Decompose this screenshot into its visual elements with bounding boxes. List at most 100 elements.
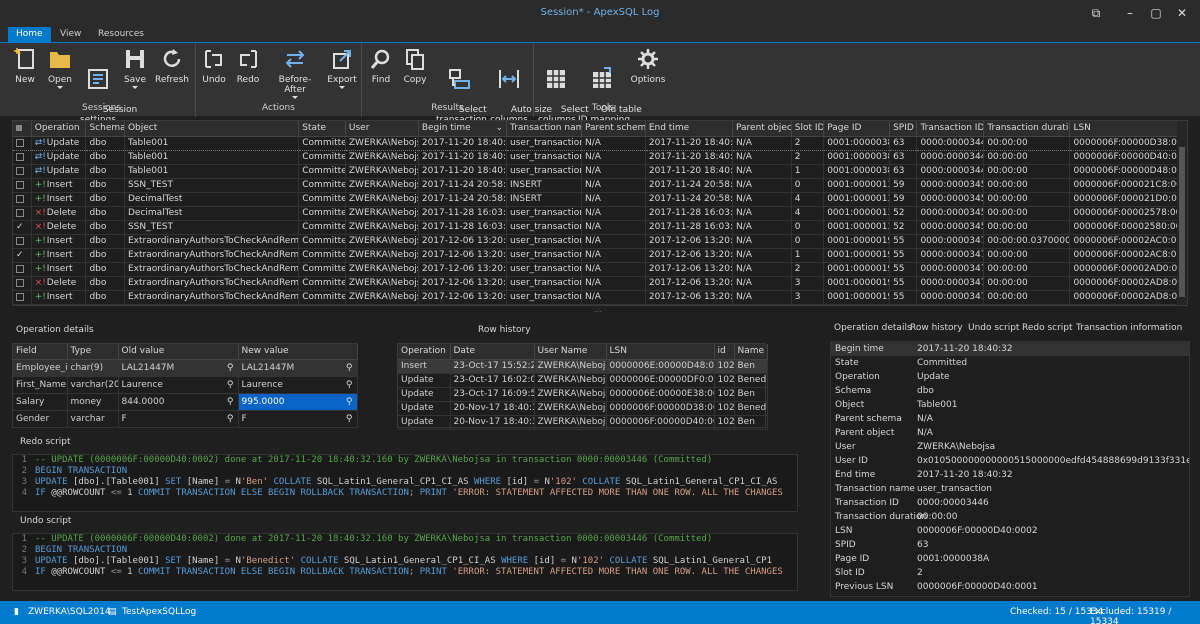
- column-header[interactable]: User: [345, 121, 419, 137]
- new-value-cell[interactable]: LAL21447M ⚲: [238, 359, 358, 377]
- column-header[interactable]: Schema: [85, 121, 125, 137]
- tab-transaction-information[interactable]: Transaction information: [1076, 323, 1182, 333]
- row-checkbox[interactable]: ✓: [16, 222, 24, 231]
- operation-details-grid[interactable]: Field Type Old value New value Employee_…: [12, 343, 358, 428]
- column-header[interactable]: New value: [238, 344, 358, 360]
- search-icon[interactable]: ⚲: [227, 380, 234, 390]
- undo-script-editor[interactable]: 1 -- UPDATE (0000006F:00000D40:0002) done…: [12, 533, 798, 591]
- checkbox-cell[interactable]: ✓: [13, 220, 32, 235]
- column-header[interactable]: Slot ID: [791, 121, 825, 137]
- close-button[interactable]: ✕: [1172, 4, 1192, 22]
- tab-redo-script[interactable]: Redo script: [1022, 323, 1073, 333]
- restore-layout-icon[interactable]: ⧉: [1086, 4, 1106, 22]
- table-row[interactable]: ✓ +!Insert dbo ExtraordinaryAuthorsToCheckA…: [13, 248, 1179, 263]
- row-checkbox[interactable]: [16, 138, 24, 147]
- checkbox-cell[interactable]: [13, 234, 32, 249]
- column-header[interactable]: SPID: [889, 121, 918, 137]
- find-button[interactable]: Find: [368, 47, 394, 85]
- table-row[interactable]: +!InsertdboSSN_TESTCommittedZWERKA\Neboj…: [13, 178, 1179, 193]
- column-header[interactable]: Transaction name: [506, 121, 582, 137]
- column-header[interactable]: Begin time ⌄: [418, 121, 508, 137]
- transactions-grid[interactable]: Operation Schema Object State User Begin…: [12, 120, 1188, 306]
- column-header[interactable]: Parent schema: [581, 121, 646, 137]
- column-header[interactable]: Transaction ID: [916, 121, 985, 137]
- search-icon[interactable]: ⚲: [346, 363, 353, 373]
- table-row[interactable]: Update20-Nov-17 18:40:32ZWERKA\Nebojsa00…: [398, 401, 768, 416]
- table-row[interactable]: Employee_idchar(9)LAL21447M⚲LAL21447M⚲: [13, 359, 358, 377]
- row-checkbox[interactable]: [16, 264, 24, 273]
- search-icon[interactable]: ⚲: [346, 397, 353, 407]
- old-value-cell[interactable]: F ⚲: [118, 410, 239, 428]
- old-value-cell[interactable]: 844.0000 ⚲: [118, 393, 239, 411]
- checkbox-cell[interactable]: [13, 206, 32, 221]
- column-header[interactable]: Type: [67, 344, 119, 360]
- splitter-grip-icon[interactable]: ⋯: [590, 308, 606, 316]
- new-button[interactable]: New: [10, 47, 40, 85]
- old-value-cell[interactable]: Laurence ⚲: [118, 376, 239, 394]
- column-header[interactable]: Operation: [398, 344, 451, 360]
- checkbox-cell[interactable]: [13, 276, 32, 291]
- redo-button[interactable]: Redo: [234, 47, 262, 85]
- open-button[interactable]: Open: [46, 47, 74, 89]
- checkbox-cell[interactable]: [13, 150, 32, 165]
- column-header[interactable]: Old value: [118, 344, 239, 360]
- table-row[interactable]: ⇄!UpdatedboTable001CommittedZWERKA\Neboj…: [13, 150, 1179, 165]
- column-header[interactable]: Date: [450, 344, 535, 360]
- undo-button[interactable]: Undo: [200, 47, 228, 85]
- table-row[interactable]: Update20-Nov-17 18:40:32ZWERKA\Nebojsa00…: [398, 415, 768, 430]
- checkbox-cell[interactable]: [13, 178, 32, 193]
- search-icon[interactable]: ⚲: [227, 363, 234, 373]
- row-checkbox[interactable]: ✓: [16, 250, 24, 259]
- row-checkbox[interactable]: [16, 236, 24, 245]
- column-header[interactable]: Parent object: [732, 121, 792, 137]
- column-header[interactable]: Object: [124, 121, 300, 137]
- table-row[interactable]: ×!Delete dbo ExtraordinaryAuthorsToCheckAn…: [13, 276, 1179, 291]
- new-value-cell[interactable]: Laurence ⚲: [238, 376, 358, 394]
- checkbox-cell[interactable]: [13, 164, 32, 179]
- column-header[interactable]: User Name: [534, 344, 607, 360]
- table-row[interactable]: +!Insert dbo ExtraordinaryAuthorsToCheckAn…: [13, 234, 1179, 249]
- new-value-cell[interactable]: F ⚲: [238, 410, 358, 428]
- before-after-button[interactable]: Before-After: [268, 47, 322, 99]
- table-row[interactable]: ✓×!DeletedboSSN_TESTCommittedZWERKA\Nebo…: [13, 220, 1179, 235]
- scrollbar-thumb[interactable]: [1179, 147, 1185, 297]
- table-row[interactable]: +!Insert dbo ExtraordinaryAuthorsToCheckAn…: [13, 290, 1179, 305]
- column-header[interactable]: State: [298, 121, 346, 137]
- minimize-button[interactable]: –: [1120, 4, 1140, 22]
- search-icon[interactable]: ⚲: [227, 397, 234, 407]
- column-header[interactable]: Operation: [31, 121, 87, 137]
- checkbox-cell[interactable]: [13, 135, 32, 151]
- tab-undo-script[interactable]: Undo script: [968, 323, 1019, 333]
- grid-scrollbar[interactable]: [1177, 121, 1187, 305]
- new-value-cell[interactable]: 995.0000 ⚲: [238, 393, 358, 411]
- column-header[interactable]: id: [714, 344, 735, 360]
- row-checkbox[interactable]: [16, 152, 24, 161]
- table-row[interactable]: ⇄!UpdatedboTable001CommittedZWERKA\Neboj…: [13, 135, 1179, 151]
- table-row[interactable]: Insert23-Oct-17 15:52:26ZWERKA\Nebojsa00…: [398, 359, 768, 374]
- row-checkbox[interactable]: [16, 278, 24, 287]
- search-icon[interactable]: ⚲: [346, 414, 353, 424]
- row-history-grid[interactable]: Operation Date User Name LSN id Name Ins…: [397, 343, 768, 430]
- table-row[interactable]: +!InsertdboDecimalTestCommittedZWERKA\Ne…: [13, 192, 1179, 207]
- column-header[interactable]: Transaction duration: [983, 121, 1071, 137]
- options-button[interactable]: Options: [630, 47, 666, 85]
- row-checkbox[interactable]: [16, 292, 24, 301]
- checkbox-cell[interactable]: [13, 290, 32, 305]
- column-header[interactable]: Name: [734, 344, 768, 360]
- copy-button[interactable]: Copy: [400, 47, 430, 85]
- table-row[interactable]: Update23-Oct-17 16:09:57ZWERKA\Nebojsa00…: [398, 387, 768, 402]
- tab-view[interactable]: View: [52, 27, 89, 42]
- search-icon[interactable]: ⚲: [227, 414, 234, 424]
- row-checkbox[interactable]: [16, 208, 24, 217]
- checkbox-cell[interactable]: ✓: [13, 248, 32, 263]
- search-icon[interactable]: ⚲: [346, 380, 353, 390]
- refresh-button[interactable]: Refresh: [154, 47, 190, 85]
- checkbox-cell[interactable]: [13, 192, 32, 207]
- old-value-cell[interactable]: LAL21447M ⚲: [118, 359, 239, 377]
- row-checkbox[interactable]: [16, 166, 24, 175]
- tab-resources[interactable]: Resources: [90, 27, 152, 42]
- redo-script-editor[interactable]: 1 -- UPDATE (0000006F:00000D40:0002) done…: [12, 454, 798, 512]
- column-header[interactable]: LSN: [606, 344, 715, 360]
- column-header[interactable]: Page ID: [823, 121, 891, 137]
- row-checkbox[interactable]: [16, 194, 24, 203]
